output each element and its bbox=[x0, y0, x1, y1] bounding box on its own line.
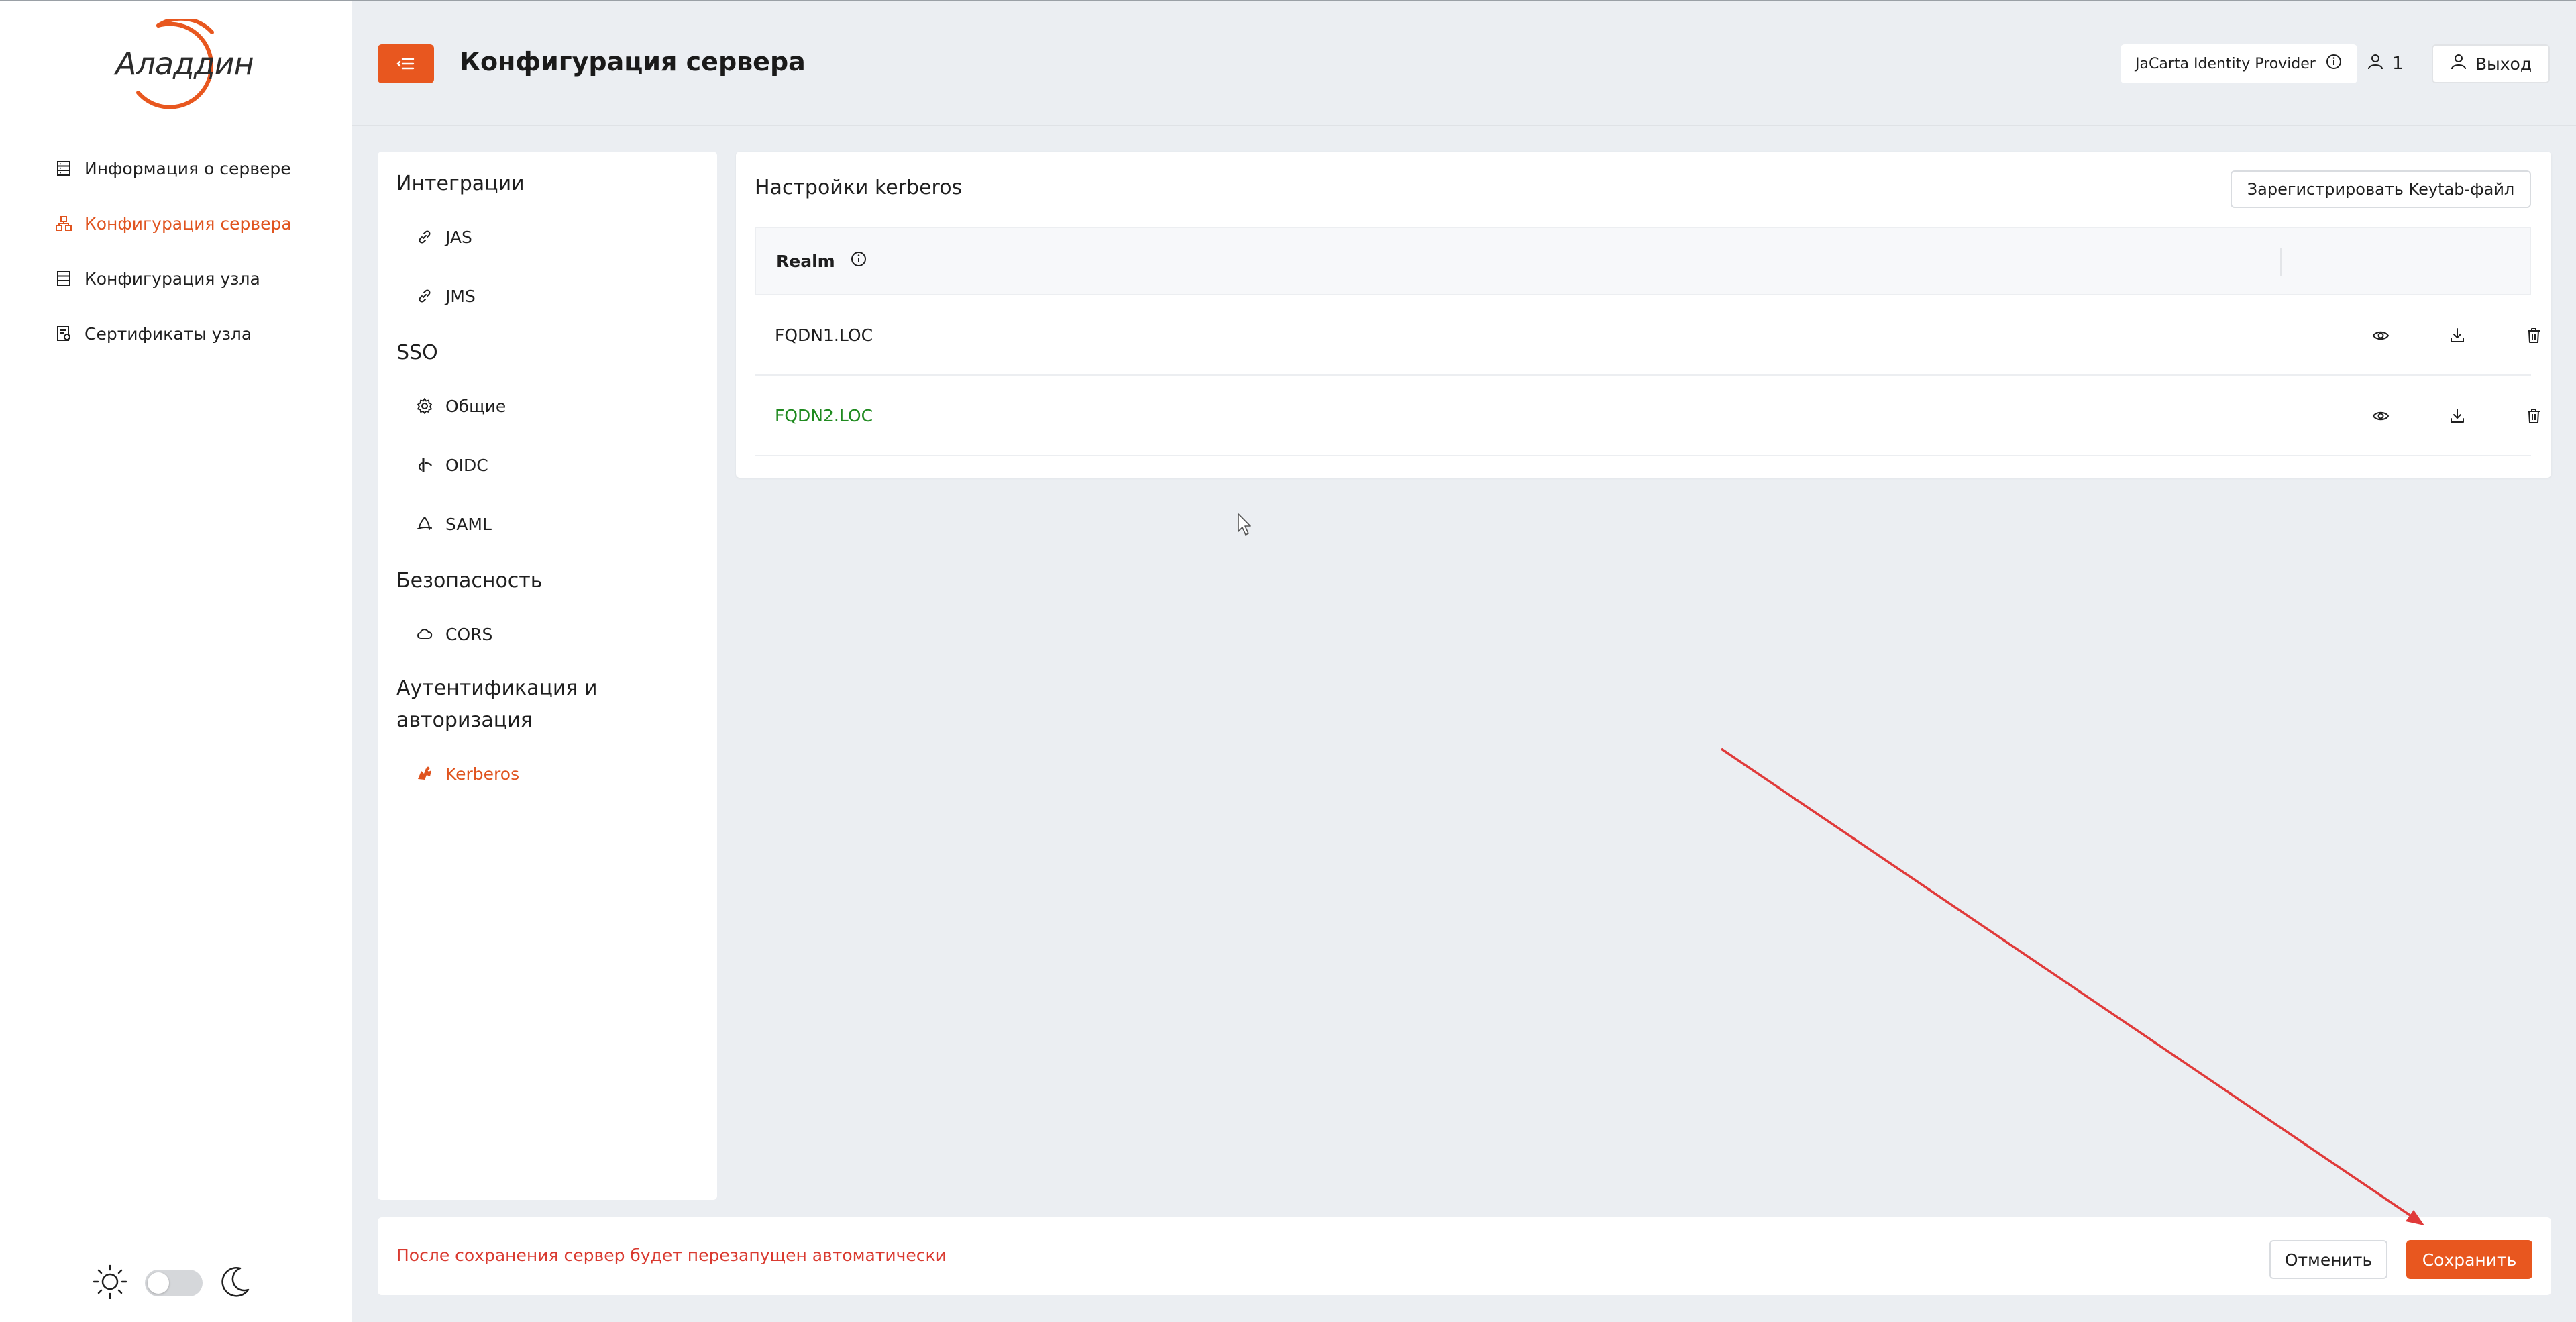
subnav-item-general[interactable]: Общие bbox=[415, 396, 506, 416]
subnav-item-label: Общие bbox=[445, 396, 506, 416]
user-indicator[interactable]: 1 bbox=[2367, 44, 2404, 83]
download-icon[interactable] bbox=[2441, 319, 2473, 352]
subnav-item-label: JMS bbox=[445, 286, 476, 306]
saml-icon bbox=[415, 514, 435, 534]
info-icon[interactable] bbox=[850, 250, 867, 272]
theme-toggle[interactable] bbox=[145, 1270, 203, 1296]
gear-icon bbox=[415, 396, 435, 416]
cancel-button[interactable]: Отменить bbox=[2269, 1240, 2387, 1279]
info-icon[interactable] bbox=[2325, 53, 2343, 74]
nav-item-server-info[interactable]: Информация о сервере bbox=[54, 141, 342, 196]
kerberos-settings-card: Настройки kerberos Зарегистрировать Keyt… bbox=[736, 152, 2551, 478]
logo-text: Аладдин bbox=[115, 46, 254, 82]
mouse-cursor-icon bbox=[1238, 513, 1251, 536]
theme-switcher bbox=[91, 1263, 254, 1303]
nav-item-label: Информация о сервере bbox=[85, 158, 291, 179]
realm-cell: FQDN2.LOC bbox=[775, 405, 873, 425]
main-nav: Информация о сервере Конфигурация сервер… bbox=[54, 141, 342, 361]
menu-toggle-button[interactable] bbox=[378, 44, 434, 83]
card-title: Настройки kerberos bbox=[755, 176, 963, 199]
sun-icon[interactable] bbox=[91, 1263, 129, 1303]
table-header: Realm bbox=[755, 227, 2531, 295]
save-button[interactable]: Сохранить bbox=[2406, 1240, 2532, 1279]
link-icon bbox=[415, 227, 435, 247]
subnav-item-label: CORS bbox=[445, 624, 493, 644]
logout-label: Выход bbox=[2475, 54, 2532, 74]
cloud-icon bbox=[415, 624, 435, 644]
view-icon[interactable] bbox=[2365, 400, 2397, 432]
subnav-item-jas[interactable]: JAS bbox=[415, 227, 472, 247]
realm-table: Realm FQDN1.LOC FQDN2.LOC bbox=[755, 227, 2540, 456]
subnav-item-oidc[interactable]: OIDC bbox=[415, 455, 488, 475]
register-keytab-button[interactable]: Зарегистрировать Keytab-файл bbox=[2231, 170, 2531, 208]
column-divider bbox=[2280, 248, 2282, 276]
subnav-item-label: SAML bbox=[445, 514, 492, 534]
provider-name: JaCarta Identity Provider bbox=[2135, 55, 2316, 72]
page-title: Конфигурация сервера bbox=[460, 47, 806, 77]
row-actions bbox=[2365, 400, 2576, 432]
nav-item-label: Конфигурация узла bbox=[85, 268, 260, 289]
certificate-icon bbox=[54, 323, 74, 344]
moon-icon[interactable] bbox=[216, 1263, 254, 1303]
section-integrations: Интеграции bbox=[396, 172, 525, 195]
table-row[interactable]: FQDN1.LOC bbox=[755, 295, 2540, 376]
annotation-arrow bbox=[1721, 748, 2416, 1220]
subnav-item-saml[interactable]: SAML bbox=[415, 514, 492, 534]
subnav-item-cors[interactable]: CORS bbox=[415, 624, 492, 644]
nav-item-node-config[interactable]: Конфигурация узла bbox=[54, 251, 342, 306]
subnav-item-kerberos[interactable]: Kerberos bbox=[415, 764, 519, 784]
subnav-item-label: Kerberos bbox=[445, 764, 520, 784]
nav-item-label: Сертификаты узла bbox=[85, 323, 252, 344]
row-actions bbox=[2365, 319, 2576, 352]
section-auth-title-line2: авторизация bbox=[396, 709, 533, 732]
network-icon bbox=[54, 213, 74, 234]
sidebar: Аладдин Информация о сервере Конфигураци… bbox=[0, 0, 352, 1322]
restart-warning: После сохранения сервер будет перезапуще… bbox=[396, 1245, 947, 1265]
openid-icon bbox=[415, 455, 435, 475]
section-sso: SSO bbox=[396, 341, 438, 364]
server-list-icon bbox=[54, 268, 74, 289]
section-auth-title-line1: Аутентификация и bbox=[396, 676, 598, 700]
toggle-knob bbox=[148, 1272, 169, 1294]
realm-cell: FQDN1.LOC bbox=[775, 325, 873, 345]
user-count: 1 bbox=[2392, 54, 2404, 74]
user-icon bbox=[2450, 53, 2467, 74]
trash-icon[interactable] bbox=[2518, 319, 2550, 352]
aladdin-logo[interactable]: Аладдин bbox=[111, 16, 254, 113]
user-icon bbox=[2367, 53, 2384, 75]
nav-item-node-certificates[interactable]: Сертификаты узла bbox=[54, 306, 342, 361]
logout-button[interactable]: Выход bbox=[2432, 44, 2550, 83]
top-header: Конфигурация сервера JaCarta Identity Pr… bbox=[352, 0, 2576, 126]
download-icon[interactable] bbox=[2441, 400, 2473, 432]
subnav-item-jms[interactable]: JMS bbox=[415, 286, 476, 306]
table-row[interactable]: FQDN2.LOC bbox=[755, 376, 2540, 456]
subnav-item-label: OIDC bbox=[445, 455, 488, 475]
server-list-icon bbox=[54, 158, 74, 179]
link-icon bbox=[415, 286, 435, 306]
menu-icon bbox=[396, 58, 415, 70]
settings-subnav: Интеграции JAS JMS SSO Общие OIDC SAML Б… bbox=[378, 152, 717, 1200]
provider-badge[interactable]: JaCarta Identity Provider bbox=[2121, 44, 2357, 83]
trash-icon[interactable] bbox=[2518, 400, 2550, 432]
nav-item-server-config[interactable]: Конфигурация сервера bbox=[54, 196, 342, 251]
column-header-realm[interactable]: Realm bbox=[776, 250, 867, 272]
save-bar: После сохранения сервер будет перезапуще… bbox=[378, 1217, 2551, 1295]
section-security: Безопасность bbox=[396, 569, 543, 593]
nav-item-label: Конфигурация сервера bbox=[85, 213, 292, 234]
view-icon[interactable] bbox=[2365, 319, 2397, 352]
kerberos-icon bbox=[415, 764, 435, 784]
subnav-item-label: JAS bbox=[445, 227, 472, 247]
